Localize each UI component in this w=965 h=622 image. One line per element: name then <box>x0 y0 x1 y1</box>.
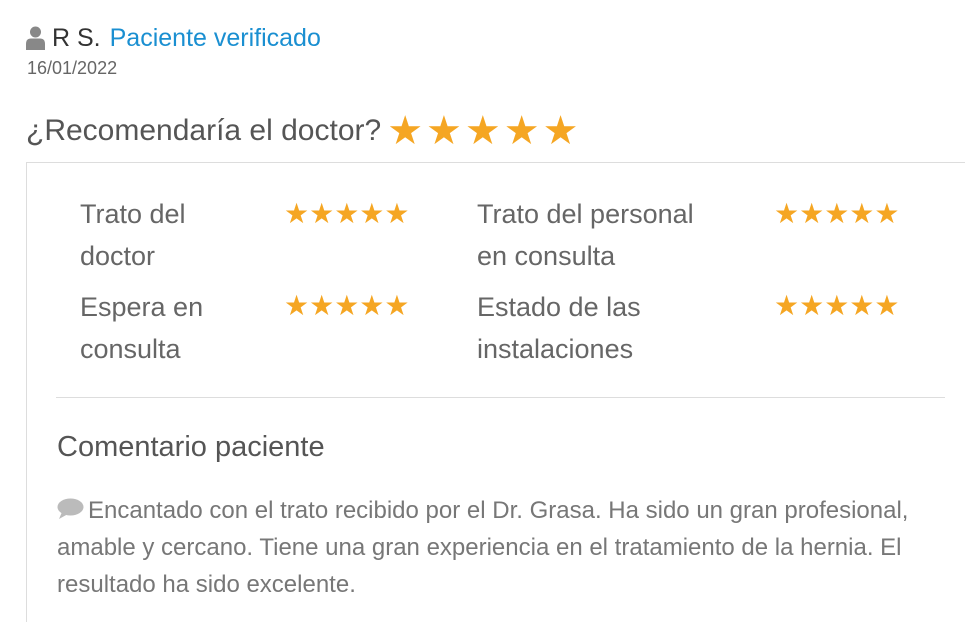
verified-patient-link[interactable]: Paciente verificado <box>110 24 321 53</box>
author-name: R S. <box>52 23 101 52</box>
rating-label-instalaciones: Estado de las instalaciones <box>477 286 641 370</box>
rating-stars-instalaciones: ★★★★★ <box>774 290 900 321</box>
rating-stars-trato-doctor: ★★★★★ <box>284 198 410 229</box>
section-divider <box>56 397 945 398</box>
rating-stars-espera: ★★★★★ <box>284 290 410 321</box>
comment-title: Comentario paciente <box>57 431 325 463</box>
rating-label-line: doctor <box>80 241 156 271</box>
star-icon: ★ <box>542 109 579 153</box>
comment-body: Encantado con el trato recibido por el D… <box>57 492 937 603</box>
rating-stars-trato-personal: ★★★★★ <box>774 198 900 229</box>
rating-label-line: Trato del <box>80 199 186 229</box>
rating-label-line: consulta <box>80 334 181 364</box>
rating-label-line: instalaciones <box>477 334 634 364</box>
rating-label-line: Trato del personal <box>477 199 694 229</box>
rating-label-trato-personal: Trato del personal en consulta <box>477 193 694 277</box>
star-icon: ★ <box>503 109 540 153</box>
recommend-stars: ★ ★ ★ ★ ★ <box>387 108 581 154</box>
comment-text: Encantado con el trato recibido por el D… <box>57 497 909 598</box>
comment-bubble-icon <box>57 498 84 519</box>
recommend-label: ¿Recomendaría el doctor? <box>26 114 382 147</box>
rating-label-line: en consulta <box>477 241 616 271</box>
star-icon: ★ <box>426 109 462 153</box>
rating-label-espera: Espera en consulta <box>80 286 203 370</box>
rating-label-line: Estado de las <box>477 292 641 322</box>
user-icon <box>26 26 45 50</box>
rating-label-trato-doctor: Trato del doctor <box>80 193 186 277</box>
review-header: R S. Paciente verificado <box>26 22 321 54</box>
recommend-row: ¿Recomendaría el doctor? ★ ★ ★ ★ ★ <box>26 108 581 154</box>
star-icon: ★ <box>387 109 424 153</box>
star-icon: ★ <box>464 109 501 153</box>
review-date: 16/01/2022 <box>27 58 118 78</box>
rating-label-line: Espera en <box>80 292 204 322</box>
